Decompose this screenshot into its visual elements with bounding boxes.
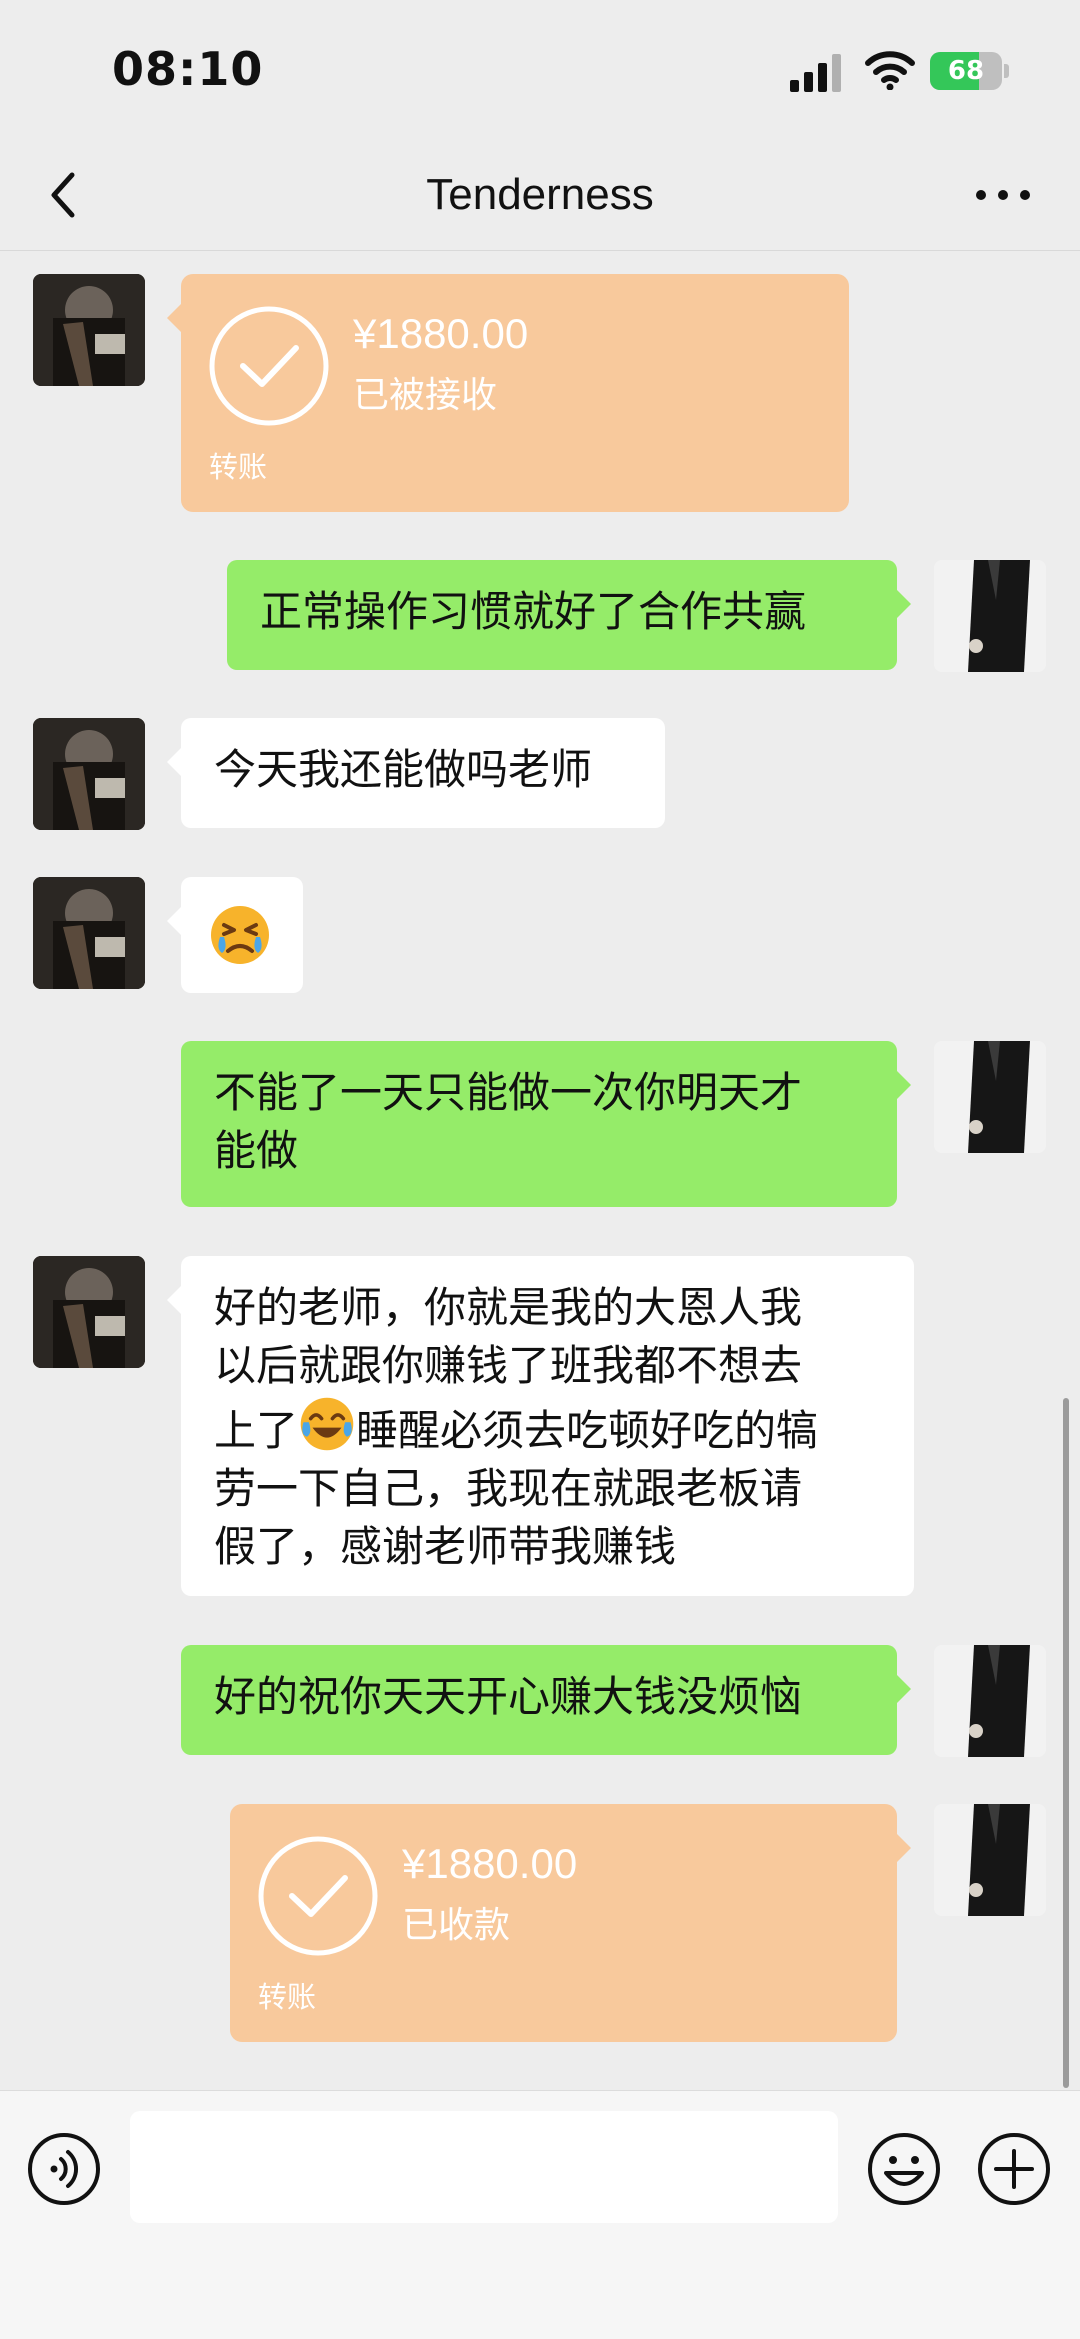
transfer-status: 已收款 bbox=[402, 1905, 511, 1946]
my-avatar[interactable] bbox=[934, 1041, 1046, 1153]
contact-avatar[interactable] bbox=[33, 274, 145, 386]
message-bubble-sent[interactable]: 不能了一天只能做一次你明天才 能做 bbox=[181, 1041, 911, 1207]
message-text: 今天我还能做吗老师 bbox=[214, 745, 593, 794]
transfer-label: 转账 bbox=[209, 450, 268, 484]
check-circle-icon bbox=[209, 306, 329, 426]
plus-icon[interactable] bbox=[976, 2131, 1052, 2207]
transfer-card-received[interactable]: ¥1880.00 已被接收 转账 bbox=[167, 274, 849, 512]
message-bubble-received[interactable]: 好的老师，你就是我的大恩人我 以后就跟你赚钱了班我都不想去 上了 睡醒必须去吃顿好… bbox=[167, 1256, 914, 1599]
message-line: 假了，感谢老师带我赚钱 bbox=[214, 1522, 677, 1571]
voice-icon[interactable] bbox=[26, 2131, 102, 2207]
contact-avatar[interactable] bbox=[33, 718, 145, 830]
message-text: 好的祝你天天开心赚大钱没烦恼 bbox=[214, 1672, 803, 1721]
transfer-amount: ¥1880.00 bbox=[402, 1840, 578, 1887]
emoji-icon[interactable] bbox=[866, 2131, 942, 2207]
sad-face-emoji-icon bbox=[211, 906, 269, 964]
message-bubble-sent[interactable]: 好的祝你天天开心赚大钱没烦恼 bbox=[181, 1645, 911, 1755]
message-line: 好的老师，你就是我的大恩人我 bbox=[214, 1283, 803, 1332]
message-line: 以后就跟你赚钱了班我都不想去 bbox=[214, 1341, 803, 1390]
transfer-amount: ¥1880.00 bbox=[353, 310, 529, 357]
message-line: 上了 bbox=[214, 1406, 299, 1455]
message-text: 好的老师，你就是我的大恩人我 以后就跟你赚钱了班我都不想去 上了 睡醒必须去吃顿好… bbox=[181, 1256, 914, 1599]
cellular-signal-icon bbox=[790, 54, 841, 92]
message-text: 正常操作习惯就好了合作共赢 bbox=[260, 587, 807, 636]
status-bar: 08:10 68 bbox=[0, 0, 1080, 140]
transfer-status: 已被接收 bbox=[353, 375, 498, 416]
message-bubble-received[interactable]: 今天我还能做吗老师 bbox=[167, 718, 665, 828]
tears-of-joy-emoji-icon bbox=[300, 1397, 354, 1451]
input-bar bbox=[0, 2090, 1080, 2339]
my-avatar[interactable] bbox=[934, 560, 1046, 672]
my-avatar[interactable] bbox=[934, 1804, 1046, 1916]
more-dots-icon[interactable] bbox=[968, 170, 1038, 220]
check-circle-icon bbox=[258, 1836, 378, 1956]
wifi-icon bbox=[865, 51, 915, 90]
battery-indicator: 68 bbox=[930, 52, 1010, 90]
message-line: 睡醒必须去吃顿好吃的犒 bbox=[356, 1406, 819, 1455]
chat-title: Tenderness bbox=[426, 170, 654, 219]
transfer-card-sent[interactable]: ¥1880.00 已收款 转账 bbox=[230, 1804, 911, 2042]
message-bubble-received[interactable] bbox=[167, 877, 303, 993]
message-input[interactable] bbox=[130, 2111, 838, 2223]
transfer-label: 转账 bbox=[258, 1980, 317, 2014]
message-text: 不能了一天只能做一次你明天才 能做 bbox=[214, 1068, 803, 1175]
my-avatar[interactable] bbox=[934, 1645, 1046, 1757]
nav-bar: Tenderness bbox=[0, 140, 1080, 251]
message-line: 劳一下自己，我现在就跟老板请 bbox=[214, 1464, 803, 1513]
contact-avatar[interactable] bbox=[33, 1256, 145, 1368]
message-bubble-sent[interactable]: 正常操作习惯就好了合作共赢 bbox=[227, 560, 911, 670]
status-time: 08:10 bbox=[112, 42, 264, 96]
scrollbar[interactable] bbox=[1063, 1398, 1069, 2088]
battery-percentage: 68 bbox=[947, 56, 985, 86]
contact-avatar[interactable] bbox=[33, 877, 145, 989]
